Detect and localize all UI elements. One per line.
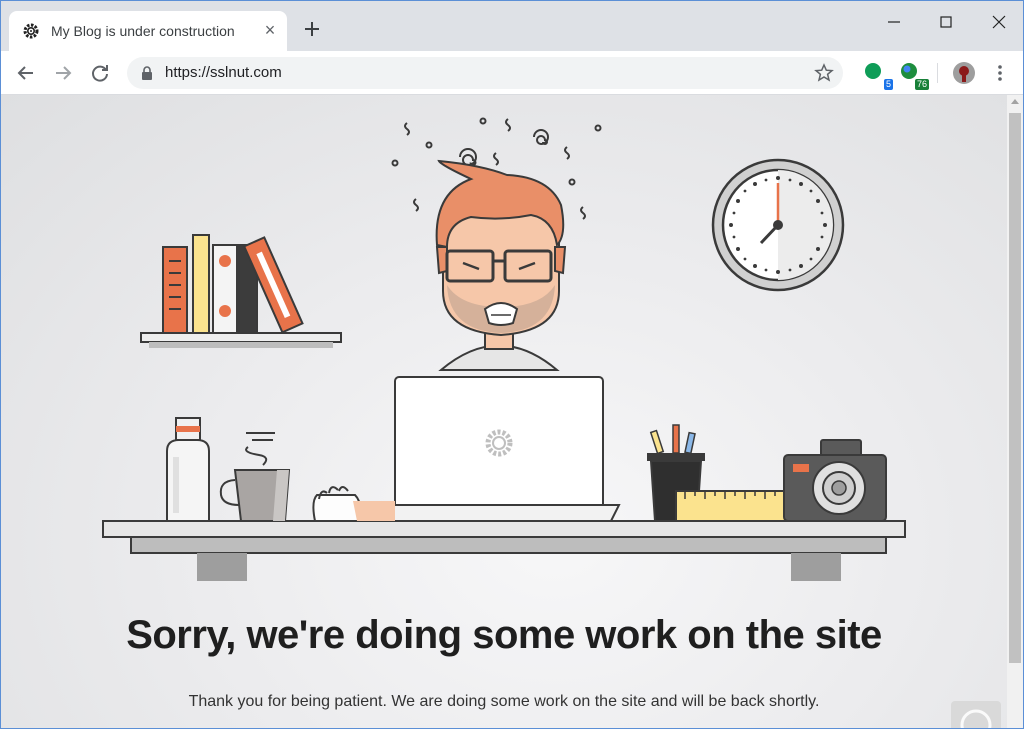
tab-close-button[interactable]: × (259, 19, 281, 41)
title-bar: My Blog is under construction × (1, 1, 1023, 51)
extension-badge: 5 (883, 79, 893, 90)
extension-button-1[interactable]: 5 (863, 62, 893, 90)
url-text: https://sslnut.com (165, 64, 282, 81)
address-bar[interactable]: https://sslnut.com (127, 57, 843, 89)
toolbar-divider (937, 63, 938, 83)
minimize-button[interactable] (883, 11, 905, 33)
bookmark-star-icon[interactable] (813, 62, 835, 84)
vertical-scrollbar[interactable] (1007, 95, 1023, 728)
scroll-thumb[interactable] (1009, 113, 1021, 663)
laptop (377, 376, 621, 522)
page-content: Sorry, we're doing some work on the site… (1, 95, 1007, 728)
browser-tab[interactable]: My Blog is under construction × (9, 11, 287, 51)
back-button[interactable] (14, 61, 38, 85)
bookshelf (140, 234, 342, 348)
wordpress-icon (960, 709, 992, 728)
profile-avatar[interactable] (952, 61, 976, 85)
extension-button-2[interactable]: 76 (899, 62, 929, 90)
camera (783, 439, 887, 522)
developer-character (435, 159, 567, 371)
wordpress-badge[interactable] (951, 701, 1001, 728)
gear-icon (23, 23, 39, 39)
tab-title: My Blog is under construction (51, 23, 235, 39)
scroll-up-arrow[interactable] (1011, 99, 1019, 104)
browser-window: My Blog is under construction × https://… (0, 0, 1024, 729)
desk (102, 520, 906, 581)
forward-button[interactable] (51, 61, 75, 85)
extension-badge: 76 (914, 79, 929, 90)
page-message: Thank you for being patient. We are doin… (188, 693, 820, 710)
lock-icon (142, 66, 152, 80)
extension-chat-icon (865, 63, 881, 79)
maximize-button[interactable] (935, 11, 957, 33)
coffee-mug (219, 432, 291, 522)
browser-toolbar: https://sslnut.com 5 76 (1, 51, 1023, 95)
menu-dots-icon[interactable] (989, 61, 1011, 85)
new-tab-button[interactable] (301, 18, 323, 40)
water-bottle (166, 417, 210, 522)
page-heading: Sorry, we're doing some work on the site (126, 613, 882, 657)
wall-clock (711, 158, 845, 292)
hand (312, 486, 395, 522)
close-window-button[interactable] (988, 11, 1010, 33)
under-construction-illustration (102, 117, 906, 581)
reload-button[interactable] (88, 61, 112, 85)
